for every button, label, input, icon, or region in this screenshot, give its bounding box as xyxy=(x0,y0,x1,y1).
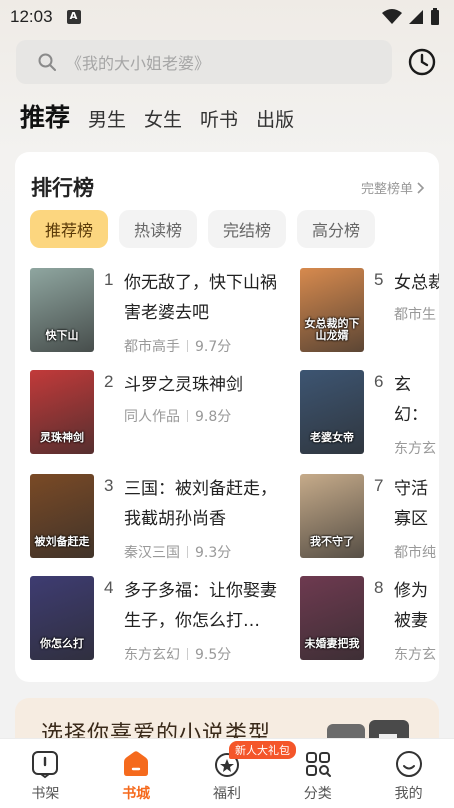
book-cover: 你怎么打 xyxy=(30,576,94,660)
book-title: 你无敌了，快下山祸害老婆去吧 xyxy=(124,273,277,323)
bookshelf-icon xyxy=(32,751,59,779)
book-item[interactable]: 女总裁的下山龙婿 5 女总裁 都市生 xyxy=(300,268,439,362)
book-category: 东方玄幻 xyxy=(124,647,180,663)
book-meta: 都市高手 9.7分 xyxy=(124,336,231,356)
book-title: 斗罗之灵珠神剑 xyxy=(124,375,243,395)
book-cover: 女总裁的下山龙婿 xyxy=(300,268,364,352)
nav-label: 书城 xyxy=(122,786,151,802)
search-icon xyxy=(38,53,56,71)
book-cover: 被刘备赶走 xyxy=(30,474,94,558)
book-title: 女总裁 xyxy=(394,273,439,293)
nav-label: 书架 xyxy=(31,786,60,802)
book-cover: 老婆女帝 xyxy=(300,370,364,454)
category-grid-icon xyxy=(305,752,331,777)
book-title: 修为被妻把我 xyxy=(394,581,428,631)
rank-number: 3 xyxy=(104,476,114,495)
rank-number: 8 xyxy=(374,578,384,597)
tab-recommend[interactable]: 推荐 xyxy=(20,98,70,134)
book-category: 同人作品 xyxy=(124,409,180,425)
book-title: 多子多福：让你娶妻生子，你怎么打… xyxy=(124,581,277,631)
book-category: 秦汉三国 xyxy=(124,545,180,561)
book-category: 东方玄 xyxy=(394,647,436,663)
bottom-nav: 书架 书城 新人大礼包 福利 分类 我的 xyxy=(0,738,454,808)
ranking-chips: 推荐榜 热读榜 完结榜 高分榜 xyxy=(30,210,376,248)
book-meta: 东方玄幻 9.5分 xyxy=(124,644,231,664)
nav-label: 福利 xyxy=(212,786,241,802)
chip-finished[interactable]: 完结榜 xyxy=(208,210,287,248)
book-item[interactable]: 快下山 1 你无敌了，快下山祸害老婆去吧 都市高手 9.7分 xyxy=(30,268,290,362)
nav-bookshelf[interactable]: 书架 xyxy=(0,739,91,808)
ranking-card: 排行榜 完整榜单 推荐榜 热读榜 完结榜 高分榜 快下山 1 你无敌了，快下山祸… xyxy=(15,152,439,682)
book-item[interactable]: 未婚妻把我 8 修为被妻把我 东方玄 xyxy=(300,576,439,670)
tab-audiobook[interactable]: 听书 xyxy=(200,105,238,132)
rank-number: 7 xyxy=(374,476,384,495)
signal-icon xyxy=(409,10,423,24)
channel-tabs: 推荐 男生 女生 听书 出版 xyxy=(20,98,294,138)
rank-number: 5 xyxy=(374,270,384,289)
status-icons xyxy=(382,8,440,26)
battery-icon xyxy=(431,8,439,25)
book-meta: 同人作品 9.8分 xyxy=(124,406,231,426)
nav-profile[interactable]: 我的 xyxy=(363,739,454,808)
nav-bookstore[interactable]: 书城 xyxy=(91,739,182,808)
chip-recommend[interactable]: 推荐榜 xyxy=(30,210,109,248)
search-placeholder: 《我的大小姐老婆》 xyxy=(66,54,211,73)
book-category: 都市生 xyxy=(394,307,436,323)
smile-face-icon xyxy=(395,751,422,777)
book-category: 都市高手 xyxy=(124,339,180,355)
book-item[interactable]: 被刘备赶走 3 三国：被刘备赶走，我截胡孙尚香 秦汉三国 9.3分 xyxy=(30,474,290,568)
wifi-icon xyxy=(382,9,402,24)
ranking-title: 排行榜 xyxy=(31,176,94,200)
full-ranking-link[interactable]: 完整榜单 xyxy=(361,178,425,197)
rank-number: 2 xyxy=(104,372,114,391)
book-meta: 都市生 xyxy=(394,304,436,324)
book-cover: 未婚妻把我 xyxy=(300,576,364,660)
book-title: 三国：被刘备赶走，我截胡孙尚香 xyxy=(124,479,277,529)
book-cover: 我不守了 xyxy=(300,474,364,558)
book-cover: 快下山 xyxy=(30,268,94,352)
book-item[interactable]: 老婆女帝 6 玄幻：萌娃大 东方玄 xyxy=(300,370,439,464)
history-clock-icon[interactable] xyxy=(406,46,438,78)
book-title: 玄幻：萌娃大 xyxy=(394,375,428,425)
book-meta: 东方玄 xyxy=(394,644,436,664)
chevron-right-icon xyxy=(417,181,425,194)
book-item[interactable]: 我不守了 7 守活寡区离婚 都市纯 xyxy=(300,474,439,568)
status-bar: 12:03 A xyxy=(0,0,454,34)
rank-number: 6 xyxy=(374,372,384,391)
book-score: 9.7分 xyxy=(195,339,232,355)
notification-icon: A xyxy=(66,10,81,24)
nav-label: 我的 xyxy=(394,786,423,802)
book-item[interactable]: 你怎么打 4 多子多福：让你娶妻生子，你怎么打… 东方玄幻 9.5分 xyxy=(30,576,290,670)
full-ranking-label: 完整榜单 xyxy=(360,182,413,197)
nav-label: 分类 xyxy=(303,786,332,802)
book-category: 都市纯 xyxy=(394,545,436,561)
book-meta: 秦汉三国 9.3分 xyxy=(124,542,231,562)
chip-hot[interactable]: 热读榜 xyxy=(119,210,198,248)
book-title: 守活寡区离婚 xyxy=(394,479,428,529)
book-category: 东方玄 xyxy=(394,441,436,457)
rank-number: 1 xyxy=(104,270,114,289)
nav-welfare[interactable]: 新人大礼包 福利 xyxy=(182,739,296,808)
book-score: 9.5分 xyxy=(195,647,232,663)
book-meta: 都市纯 xyxy=(394,542,436,562)
status-time: 12:03 xyxy=(10,7,53,26)
book-score: 9.3分 xyxy=(195,545,232,561)
chip-high-score[interactable]: 高分榜 xyxy=(297,210,376,248)
book-meta: 东方玄 xyxy=(394,438,436,458)
book-cover: 灵珠神剑 xyxy=(30,370,94,454)
book-item[interactable]: 灵珠神剑 2 斗罗之灵珠神剑 同人作品 9.8分 xyxy=(30,370,290,464)
rank-number: 4 xyxy=(104,578,114,597)
tab-male[interactable]: 男生 xyxy=(88,105,126,132)
nav-category[interactable]: 分类 xyxy=(272,739,363,808)
tab-publish[interactable]: 出版 xyxy=(256,105,294,132)
home-icon xyxy=(124,751,149,776)
tab-female[interactable]: 女生 xyxy=(144,105,182,132)
search-input[interactable]: 《我的大小姐老婆》 xyxy=(16,40,392,84)
book-score: 9.8分 xyxy=(195,409,232,425)
